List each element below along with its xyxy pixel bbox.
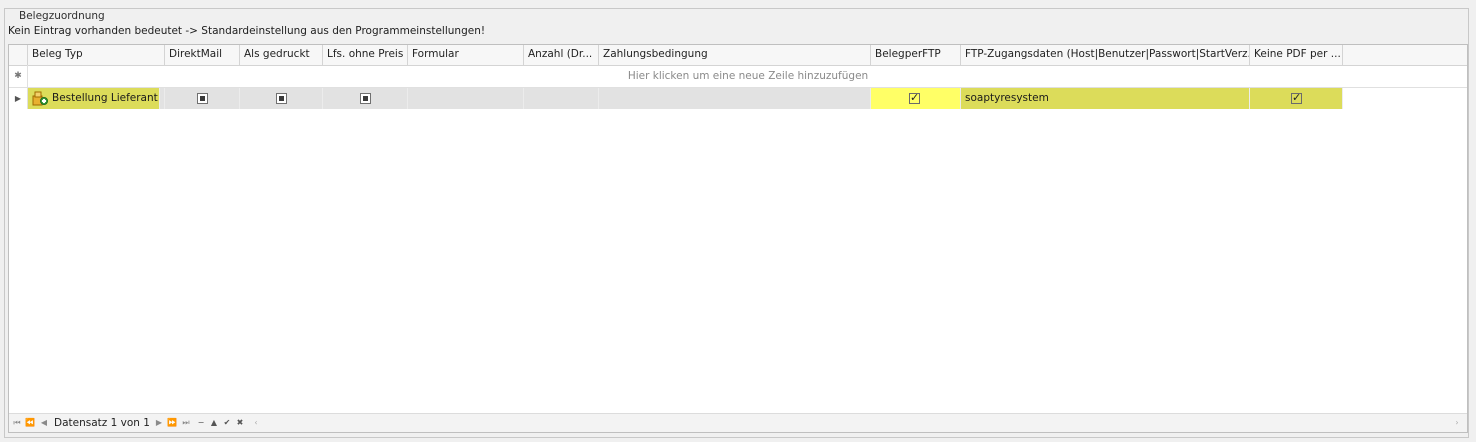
cell-als-gedruckt[interactable] <box>240 88 323 109</box>
keine-pdf-checkbox[interactable] <box>1291 91 1302 105</box>
column-header-beleg-typ[interactable]: Beleg Typ <box>28 45 165 65</box>
table-row[interactable]: ▶ Bestellung Lieferant ✓ soaptyresystem … <box>9 88 1467 109</box>
column-header-direktmail[interactable]: DirektMail <box>165 45 240 65</box>
cell-ftp-zugangsdaten[interactable]: soaptyresystem <box>961 88 1250 109</box>
lfs-ohne-preis-checkbox[interactable] <box>360 93 371 104</box>
hint-text: Kein Eintrag vorhanden bedeutet -> Stand… <box>8 25 486 37</box>
column-header-keine-pdf[interactable]: Keine PDF per ... <box>1250 45 1343 65</box>
cell-zahlungsbedingung[interactable] <box>599 88 871 109</box>
next-page-icon[interactable]: ⏩ <box>166 414 178 432</box>
first-icon[interactable]: ⏮ <box>11 414 23 432</box>
cell-lfs-ohne-preis[interactable] <box>323 88 408 109</box>
belegzuordnung-grid[interactable]: Beleg Typ DirektMail Als gedruckt Lfs. o… <box>8 44 1468 433</box>
als-gedruckt-checkbox[interactable] <box>276 93 287 104</box>
group-title: Belegzuordnung <box>15 10 109 22</box>
supplier-order-icon <box>32 91 48 106</box>
grid-header: Beleg Typ DirektMail Als gedruckt Lfs. o… <box>9 45 1467 66</box>
column-header-als-gedruckt[interactable]: Als gedruckt <box>240 45 323 65</box>
cell-direktmail[interactable] <box>165 88 240 109</box>
column-header-zahlungsbedingung[interactable]: Zahlungsbedingung <box>599 45 871 65</box>
last-icon[interactable]: ⏭ <box>180 414 192 432</box>
new-row[interactable]: ✱ Hier klicken um eine neue Zeile hinzuz… <box>9 65 1467 88</box>
scroll-right-icon[interactable]: › <box>1451 414 1463 432</box>
cell-anzahl[interactable] <box>524 88 599 109</box>
beleg-typ-value: Bestellung Lieferant <box>52 92 158 104</box>
up-icon[interactable]: ▲ <box>208 414 220 432</box>
column-header-anzahl[interactable]: Anzahl (Dr... <box>524 45 599 65</box>
direktmail-checkbox[interactable] <box>197 93 208 104</box>
header-indicator <box>9 45 28 65</box>
cancel-icon[interactable]: ✖ <box>234 414 246 432</box>
cell-beleg-typ[interactable]: Bestellung Lieferant <box>28 88 160 109</box>
record-navigator: ⏮ ⏪ ◀ Datensatz 1 von 1 ▶ ⏩ ⏭ − ▲ ✔ ✖ ‹ … <box>9 413 1467 432</box>
column-header-belegperftp[interactable]: BelegperFTP <box>871 45 961 65</box>
prev-icon[interactable]: ◀ <box>38 414 50 432</box>
column-header-ftp-zugangsdaten[interactable]: FTP-Zugangsdaten (Host|Benutzer|Passwort… <box>961 45 1250 65</box>
asterisk-icon: ✱ <box>9 65 28 87</box>
cell-formular[interactable] <box>408 88 524 109</box>
delete-icon[interactable]: − <box>195 414 207 432</box>
row-indicator-icon: ▶ <box>9 88 28 109</box>
column-header-formular[interactable]: Formular <box>408 45 524 65</box>
scroll-left-icon[interactable]: ‹ <box>250 414 262 432</box>
new-row-hint[interactable]: Hier klicken um eine neue Zeile hinzuzuf… <box>28 65 1467 87</box>
cell-keine-pdf[interactable] <box>1250 88 1343 109</box>
belegzuordnung-group: Belegzuordnung Kein Eintrag vorhanden be… <box>4 8 1469 438</box>
column-header-lfs-ohne-preis[interactable]: Lfs. ohne Preis <box>323 45 408 65</box>
accept-icon[interactable]: ✔ <box>221 414 233 432</box>
cell-belegperftp[interactable] <box>871 88 961 109</box>
belegperftp-checkbox[interactable] <box>909 91 920 105</box>
next-icon[interactable]: ▶ <box>153 414 165 432</box>
record-counter: Datensatz 1 von 1 <box>54 417 150 429</box>
prev-page-icon[interactable]: ⏪ <box>24 414 36 432</box>
